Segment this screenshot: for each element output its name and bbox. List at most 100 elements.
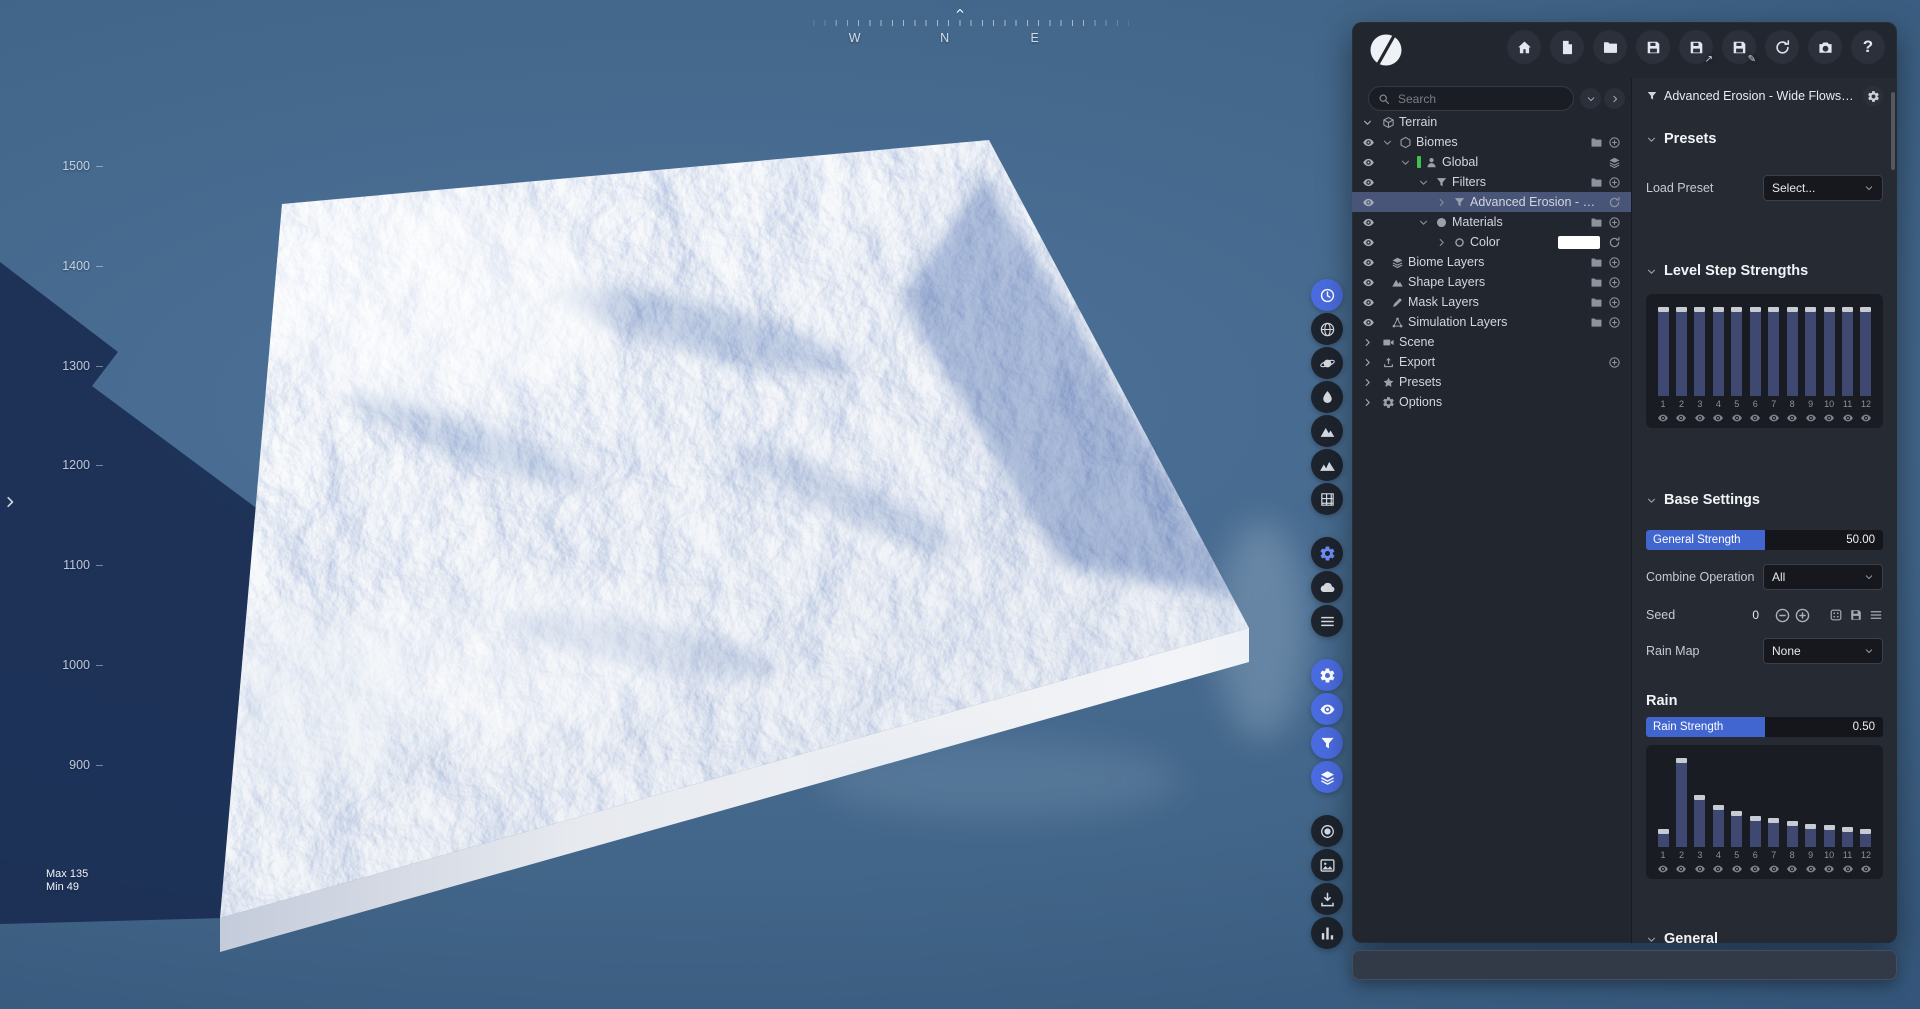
level-step-eye-toggle-5[interactable] <box>1731 412 1743 424</box>
level-step-slider-11[interactable] <box>1839 304 1857 396</box>
expand-all-button[interactable] <box>1604 88 1625 109</box>
visibility-button[interactable] <box>1311 693 1343 725</box>
level-step-eye-toggle-1[interactable] <box>1657 412 1669 424</box>
rain-strength-slider[interactable]: Rain Strength 0.50 <box>1646 717 1883 737</box>
rain-level-eye-toggle-2[interactable] <box>1675 863 1687 875</box>
level-step-eye-toggle-6[interactable] <box>1749 412 1761 424</box>
folder-button[interactable] <box>1590 256 1603 269</box>
chevron-right-icon[interactable] <box>1362 357 1382 368</box>
layers-button[interactable] <box>1608 156 1621 169</box>
rain-level-slider-10[interactable] <box>1820 755 1838 847</box>
visibility-toggle[interactable] <box>1362 316 1382 329</box>
load-preset-select[interactable]: Select... <box>1763 175 1883 201</box>
level-step-eye-toggle-12[interactable] <box>1860 412 1872 424</box>
chevron-down-icon[interactable] <box>1362 117 1382 128</box>
reset-button[interactable] <box>1765 30 1799 64</box>
visibility-toggle[interactable] <box>1362 196 1382 209</box>
visibility-toggle[interactable] <box>1362 256 1382 269</box>
level-step-slider-7[interactable] <box>1765 304 1783 396</box>
rain-level-eye-toggle-7[interactable] <box>1768 863 1780 875</box>
level-step-slider-12[interactable] <box>1857 304 1875 396</box>
base-settings-section-header[interactable]: Base Settings <box>1646 490 1883 510</box>
new-file-button[interactable] <box>1550 30 1584 64</box>
level-step-eye-toggle-8[interactable] <box>1786 412 1798 424</box>
rain-level-slider-9[interactable] <box>1802 755 1820 847</box>
visibility-toggle[interactable] <box>1362 276 1382 289</box>
level-step-eye-toggle-4[interactable] <box>1712 412 1724 424</box>
chevron-right-icon[interactable] <box>1436 197 1453 208</box>
download-button[interactable] <box>1311 883 1343 915</box>
rain-level-slider-3[interactable] <box>1691 755 1709 847</box>
rain-level-slider-5[interactable] <box>1728 755 1746 847</box>
tree-item-terrain[interactable]: Terrain <box>1352 112 1631 132</box>
rain-level-eye-toggle-9[interactable] <box>1805 863 1817 875</box>
visibility-toggle[interactable] <box>1362 296 1382 309</box>
chevron-down-icon[interactable] <box>1418 177 1435 188</box>
seed-decrement-button[interactable] <box>1774 607 1791 624</box>
tree-item-scene[interactable]: Scene <box>1352 332 1631 352</box>
level-step-eye-toggle-10[interactable] <box>1823 412 1835 424</box>
clouds-toggle-button[interactable] <box>1311 571 1343 603</box>
render-settings-button[interactable] <box>1311 537 1343 569</box>
visibility-toggle[interactable] <box>1362 176 1382 189</box>
tree-item-color[interactable]: Color <box>1352 232 1631 252</box>
save-export-button[interactable]: ↗ <box>1679 30 1713 64</box>
rain-level-slider-6[interactable] <box>1746 755 1764 847</box>
seed-increment-button[interactable] <box>1794 607 1811 624</box>
collapse-all-button[interactable] <box>1580 88 1601 109</box>
color-swatch[interactable] <box>1558 236 1600 249</box>
chevron-right-icon[interactable] <box>1362 397 1382 408</box>
folder-button[interactable] <box>1590 316 1603 329</box>
folder-button[interactable] <box>1590 216 1603 229</box>
chevron-down-icon[interactable] <box>1382 137 1399 148</box>
folder-button[interactable] <box>1590 276 1603 289</box>
grid-view-button[interactable] <box>1311 483 1343 515</box>
tree-item-presets[interactable]: Presets <box>1352 372 1631 392</box>
save-button[interactable] <box>1636 30 1670 64</box>
rain-level-eye-toggle-5[interactable] <box>1731 863 1743 875</box>
tree-item-options[interactable]: Options <box>1352 392 1631 412</box>
folder-button[interactable] <box>1590 136 1603 149</box>
plus-button[interactable] <box>1608 296 1621 309</box>
level-step-slider-6[interactable] <box>1746 304 1764 396</box>
level-step-eye-toggle-11[interactable] <box>1842 412 1854 424</box>
plus-button[interactable] <box>1608 316 1621 329</box>
plus-button[interactable] <box>1608 176 1621 189</box>
rain-level-slider-8[interactable] <box>1783 755 1801 847</box>
mountain-view-button[interactable] <box>1311 415 1343 447</box>
tree-item-export[interactable]: Export <box>1352 352 1631 372</box>
console-toggle-button[interactable] <box>1311 605 1343 637</box>
level-step-eye-toggle-9[interactable] <box>1805 412 1817 424</box>
tree-item-biomes[interactable]: Biomes <box>1352 132 1631 152</box>
tree-item-mask-layers[interactable]: Mask Layers <box>1352 292 1631 312</box>
search-input[interactable] <box>1396 91 1564 107</box>
level-step-slider-5[interactable] <box>1728 304 1746 396</box>
chevron-right-icon[interactable] <box>1362 377 1382 388</box>
presets-section-header[interactable]: Presets <box>1646 129 1883 149</box>
open-folder-button[interactable] <box>1593 30 1627 64</box>
water-view-button[interactable] <box>1311 381 1343 413</box>
refresh-button[interactable] <box>1608 196 1621 209</box>
random-seed-button[interactable] <box>1829 608 1843 622</box>
save-seed-button[interactable] <box>1849 608 1863 622</box>
combine-operation-select[interactable]: All <box>1763 564 1883 590</box>
rain-level-eye-toggle-12[interactable] <box>1860 863 1872 875</box>
plus-button[interactable] <box>1608 356 1621 369</box>
rain-level-slider-7[interactable] <box>1765 755 1783 847</box>
visibility-toggle[interactable] <box>1362 236 1382 249</box>
level-step-slider-9[interactable] <box>1802 304 1820 396</box>
rain-level-slider-11[interactable] <box>1839 755 1857 847</box>
level-step-slider-10[interactable] <box>1820 304 1838 396</box>
rain-level-eye-toggle-4[interactable] <box>1712 863 1724 875</box>
globe-view-button[interactable] <box>1311 313 1343 345</box>
layers-button[interactable] <box>1311 761 1343 793</box>
visibility-toggle[interactable] <box>1362 136 1382 149</box>
chevron-down-icon[interactable] <box>1400 157 1417 168</box>
refresh-button[interactable] <box>1608 236 1621 249</box>
general-strength-slider[interactable]: General Strength 50.00 <box>1646 530 1883 550</box>
rain-level-eye-toggle-1[interactable] <box>1657 863 1669 875</box>
general-section-header[interactable]: General <box>1646 929 1883 943</box>
tree-item-filters[interactable]: Filters <box>1352 172 1631 192</box>
level-step-eye-toggle-3[interactable] <box>1694 412 1706 424</box>
rain-level-slider-4[interactable] <box>1709 755 1727 847</box>
